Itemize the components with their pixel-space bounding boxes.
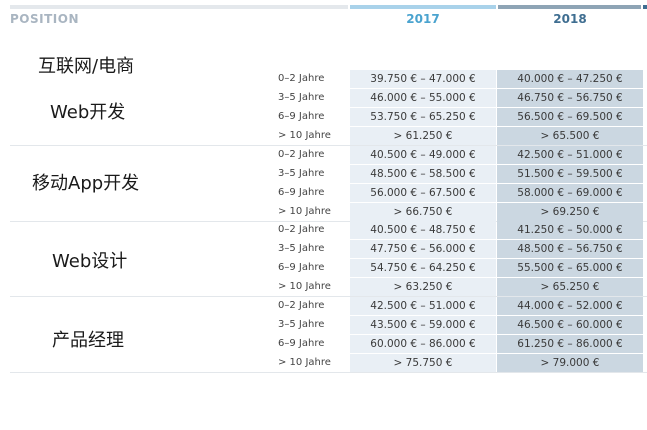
row-label: > 10 Jahre (278, 130, 331, 141)
row-label: 0–2 Jahre (278, 300, 325, 311)
salary-cell-2018: 48.500 € – 56.750 € (497, 240, 643, 258)
section-title-web-design: Web设计 (52, 251, 128, 272)
row-label: 3–5 Jahre (278, 92, 325, 103)
salary-cell-2017: 46.000 € – 55.000 € (350, 89, 496, 107)
row-label: 3–5 Jahre (278, 243, 325, 254)
row-label: 6–9 Jahre (278, 111, 325, 122)
row-label: 0–2 Jahre (278, 73, 325, 84)
salary-cell-2017: > 66.750 € (350, 203, 496, 221)
salary-cell-2018: 55.500 € – 65.000 € (497, 259, 643, 277)
salary-cell-2018: > 69.250 € (497, 203, 643, 221)
salary-cell-2018: 61.250 € – 86.000 € (497, 335, 643, 353)
salary-cell-2018: > 65.500 € (497, 127, 643, 145)
salary-cell-2017: > 63.250 € (350, 278, 496, 296)
salary-cell-2017: 56.000 € – 67.500 € (350, 184, 496, 202)
salary-cell-2017: 48.500 € – 58.500 € (350, 165, 496, 183)
table-bottom-border (10, 372, 647, 373)
salary-cell-2018: 42.500 € – 51.000 € (497, 146, 643, 164)
salary-cell-2017: 42.500 € – 51.000 € (350, 297, 496, 315)
salary-cell-2018: 58.000 € – 69.000 € (497, 184, 643, 202)
salary-cell-2018: > 65.250 € (497, 278, 643, 296)
salary-cell-2017: > 75.750 € (350, 354, 496, 372)
row-label: 6–9 Jahre (278, 338, 325, 349)
salary-cell-2018: 46.750 € – 56.750 € (497, 89, 643, 107)
row-label: 6–9 Jahre (278, 262, 325, 273)
salary-cell-2018: 56.500 € – 69.500 € (497, 108, 643, 126)
section-title-mobile-app-development: 移动App开发 (32, 173, 140, 194)
salary-cell-2017: 47.750 € – 56.000 € (350, 240, 496, 258)
salary-cell-2018: > 79.000 € (497, 354, 643, 372)
header-bar-position (10, 5, 348, 9)
salary-cell-2017: 54.750 € – 64.250 € (350, 259, 496, 277)
header-bar-2017 (350, 5, 496, 9)
column-header-2017: 2017 (406, 12, 440, 26)
row-label: 3–5 Jahre (278, 319, 325, 330)
section-title-internet-ecommerce: 互联网/电商 (38, 56, 135, 77)
section-title-web-development: Web开发 (50, 102, 126, 123)
column-header-2018: 2018 (553, 12, 587, 26)
salary-cell-2017: 40.500 € – 49.000 € (350, 146, 496, 164)
row-label: 0–2 Jahre (278, 224, 325, 235)
row-label: > 10 Jahre (278, 206, 331, 217)
salary-cell-2017: 53.750 € – 65.250 € (350, 108, 496, 126)
salary-cell-2017: 40.500 € – 48.750 € (350, 221, 496, 239)
header-bar-2018 (498, 5, 641, 9)
row-label: > 10 Jahre (278, 357, 331, 368)
row-label: > 10 Jahre (278, 281, 331, 292)
salary-cell-2017: 39.750 € – 47.000 € (350, 70, 496, 88)
salary-cell-2018: 44.000 € – 52.000 € (497, 297, 643, 315)
row-label: 0–2 Jahre (278, 149, 325, 160)
row-label: 6–9 Jahre (278, 187, 325, 198)
salary-cell-2018: 40.000 € – 47.250 € (497, 70, 643, 88)
section-title-product-manager: 产品经理 (52, 330, 124, 351)
salary-cell-2018: 46.500 € – 60.000 € (497, 316, 643, 334)
header-bar-end (643, 5, 647, 9)
row-label: 3–5 Jahre (278, 168, 325, 179)
salary-cell-2018: 51.500 € – 59.500 € (497, 165, 643, 183)
salary-cell-2018: 41.250 € – 50.000 € (497, 221, 643, 239)
salary-cell-2017: > 61.250 € (350, 127, 496, 145)
column-header-position: POSITION (10, 12, 79, 26)
salary-cell-2017: 43.500 € – 59.000 € (350, 316, 496, 334)
salary-cell-2017: 60.000 € – 86.000 € (350, 335, 496, 353)
